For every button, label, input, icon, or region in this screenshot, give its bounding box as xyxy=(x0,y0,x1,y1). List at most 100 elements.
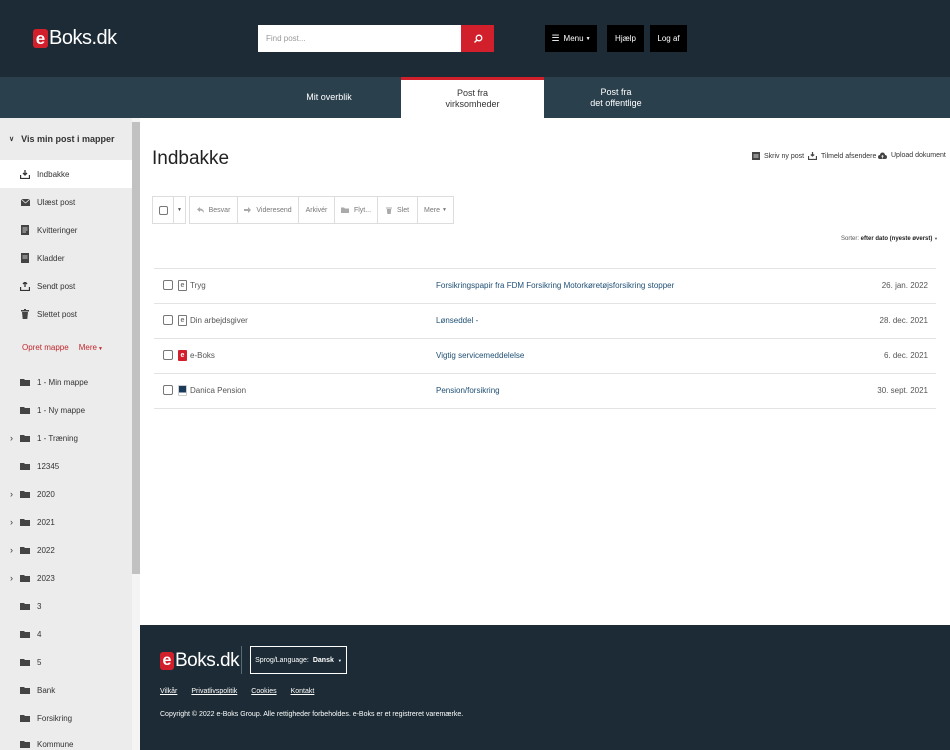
sidebar-folder[interactable]: 1 - Ny mappe xyxy=(0,396,132,424)
logout-button[interactable]: Log af xyxy=(650,25,687,52)
sidebar-folder[interactable]: › 2021 xyxy=(0,508,132,536)
chevron-right-icon[interactable]: › xyxy=(10,489,13,499)
help-button[interactable]: Hjælp xyxy=(607,25,644,52)
message-row[interactable]: e Din arbejdsgiver Lønseddel - 28. dec. … xyxy=(154,304,936,339)
select-dropdown[interactable]: ▼ xyxy=(152,196,186,224)
message-subject[interactable]: Pension/forsikring xyxy=(436,386,500,395)
chevron-right-icon[interactable]: › xyxy=(10,573,13,583)
chevron-right-icon[interactable]: › xyxy=(10,517,13,527)
folder-icon xyxy=(20,434,30,442)
sidebar-item-label: Ulæst post xyxy=(37,197,76,207)
select-options-toggle[interactable]: ▼ xyxy=(174,197,185,223)
write-new-post-link[interactable]: Skriv ny post xyxy=(752,152,804,160)
sidebar-scrollbar-thumb[interactable] xyxy=(132,122,140,574)
forward-button[interactable]: Videresend xyxy=(238,197,299,223)
search-input[interactable] xyxy=(258,25,461,52)
more-label: Mere xyxy=(424,206,440,214)
sidebar-heading[interactable]: ∨ Vis min post i mapper xyxy=(0,118,132,160)
sidebar-folder[interactable]: Forsikring xyxy=(0,704,132,732)
sidebar-item-sendt-post[interactable]: Sendt post xyxy=(0,272,132,300)
footer-eboks-logo[interactable]: e Boks.dk xyxy=(160,650,240,672)
tab-label-line1: Post fra xyxy=(600,86,632,97)
subscribe-icon xyxy=(808,152,817,160)
message-subject[interactable]: Lønseddel - xyxy=(436,316,478,325)
sidebar-item-indbakke[interactable]: Indbakke xyxy=(0,160,132,188)
sidebar-folder[interactable]: › 2020 xyxy=(0,480,132,508)
message-row[interactable]: e Tryg Forsikringspapir fra FDM Forsikri… xyxy=(154,269,936,304)
folder-label: 5 xyxy=(37,657,42,667)
tab-mit-overblik[interactable]: Mit overblik xyxy=(258,77,400,118)
message-checkbox[interactable] xyxy=(163,280,173,290)
eboks-sender-logo-icon: e xyxy=(178,350,187,361)
archive-button[interactable]: Arkivér xyxy=(299,197,335,223)
reply-button[interactable]: Besvar xyxy=(190,197,238,223)
folder-label: 2022 xyxy=(37,545,55,555)
move-button[interactable]: Flyt... xyxy=(335,197,378,223)
sidebar-item-label: Sendt post xyxy=(37,281,76,291)
sidebar-folder[interactable]: › 1 - Træning xyxy=(0,424,132,452)
message-subject[interactable]: Vigtig servicemeddelelse xyxy=(436,351,524,360)
sidebar-folder[interactable]: 5 xyxy=(0,648,132,676)
language-label: Sprog/Language: xyxy=(255,656,309,664)
more-actions-button[interactable]: Mere ▼ xyxy=(418,197,453,223)
message-row[interactable]: e e-Boks Vigtig servicemeddelelse 6. dec… xyxy=(154,339,936,374)
tab-label-line2: virksomheder xyxy=(445,99,500,109)
caret-down-icon: ▼ xyxy=(97,346,103,352)
sidebar-folder[interactable]: Bank xyxy=(0,676,132,704)
sidebar-folder[interactable]: 1 - Min mappe xyxy=(0,368,132,396)
folder-label: 3 xyxy=(37,601,42,611)
sidebar-folder[interactable]: Kommune xyxy=(0,730,132,750)
upload-document-link[interactable]: Upload dokument xyxy=(878,152,946,159)
sidebar-folder[interactable]: › 2022 xyxy=(0,536,132,564)
sidebar-item-slettet-post[interactable]: Slettet post xyxy=(0,300,132,328)
sidebar-folder[interactable]: 3 xyxy=(0,592,132,620)
chevron-right-icon[interactable]: › xyxy=(10,545,13,555)
menu-label: Menu xyxy=(563,34,584,43)
message-checkbox[interactable] xyxy=(163,350,173,360)
sidebar-item-kvitteringer[interactable]: Kvitteringer xyxy=(0,216,132,244)
search-icon xyxy=(473,34,482,43)
danica-sender-logo-icon xyxy=(178,385,187,396)
message-checkbox[interactable] xyxy=(163,315,173,325)
page-footer: e Boks.dk Sprog/Language: Dansk ▼ Vilkår… xyxy=(140,625,950,750)
select-all-checkbox[interactable] xyxy=(153,197,174,223)
cloud-upload-icon xyxy=(878,152,887,159)
forward-arrow-icon xyxy=(244,207,252,213)
footer-link-privatlivspolitik[interactable]: Privatlivspolitik xyxy=(191,688,237,695)
chevron-down-icon: ∨ xyxy=(9,136,15,143)
language-selector[interactable]: Sprog/Language: Dansk ▼ xyxy=(250,646,347,674)
delete-button[interactable]: Slet xyxy=(378,197,418,223)
subscribe-senders-link[interactable]: Tilmeld afsendere xyxy=(808,152,876,160)
sidebar-folder[interactable]: › 2023 xyxy=(0,564,132,592)
sidebar-item-kladder[interactable]: Kladder xyxy=(0,244,132,272)
footer-link-vilkaar[interactable]: Vilkår xyxy=(160,688,177,695)
footer-link-cookies[interactable]: Cookies xyxy=(251,688,276,695)
footer-divider xyxy=(241,646,242,674)
sidebar-item-ulaest-post[interactable]: Ulæst post xyxy=(0,188,132,216)
sidebar-folder[interactable]: 12345 xyxy=(0,452,132,480)
footer-link-kontakt[interactable]: Kontakt xyxy=(291,688,315,695)
tab-label-line1: Post fra xyxy=(456,88,488,98)
sort-control[interactable]: Sorter: efter dato (nyeste øverst) ▼ xyxy=(841,236,938,242)
menu-button[interactable]: ☰ Menu ▼ xyxy=(545,25,597,52)
copyright-text: Copyright © 2022 e-Boks Group. Alle rett… xyxy=(160,711,464,718)
message-row[interactable]: Danica Pension Pension/forsikring 30. se… xyxy=(154,374,936,409)
sender-logo-icon: e xyxy=(178,315,187,326)
chevron-right-icon[interactable]: › xyxy=(10,433,13,443)
eboks-logo[interactable]: e Boks.dk xyxy=(33,27,117,50)
folder-icon xyxy=(20,658,30,666)
message-toolbar: Besvar Videresend Arkivér Flyt... Slet M… xyxy=(189,196,454,224)
folder-sidebar: ∨ Vis min post i mapper Indbakke Ulæst p… xyxy=(0,118,132,750)
search-button[interactable] xyxy=(461,25,494,52)
message-subject[interactable]: Forsikringspapir fra FDM Forsikring Moto… xyxy=(436,281,674,290)
create-folder-link[interactable]: Opret mappe xyxy=(22,343,69,352)
tab-post-fra-virksomheder[interactable]: Post fra virksomheder xyxy=(401,77,544,118)
message-sender: Din arbejdsgiver xyxy=(190,316,248,325)
sidebar-folder[interactable]: 4 xyxy=(0,620,132,648)
more-label: Mere xyxy=(78,343,97,352)
tab-post-fra-det-offentlige[interactable]: Post fra det offentlige xyxy=(545,77,687,118)
more-folder-actions-link[interactable]: Mere▼ xyxy=(79,343,103,352)
main-nav: Mit overblik Post fra virksomheder Post f… xyxy=(0,77,950,118)
logo-text: Boks.dk xyxy=(49,27,117,49)
message-checkbox[interactable] xyxy=(163,385,173,395)
